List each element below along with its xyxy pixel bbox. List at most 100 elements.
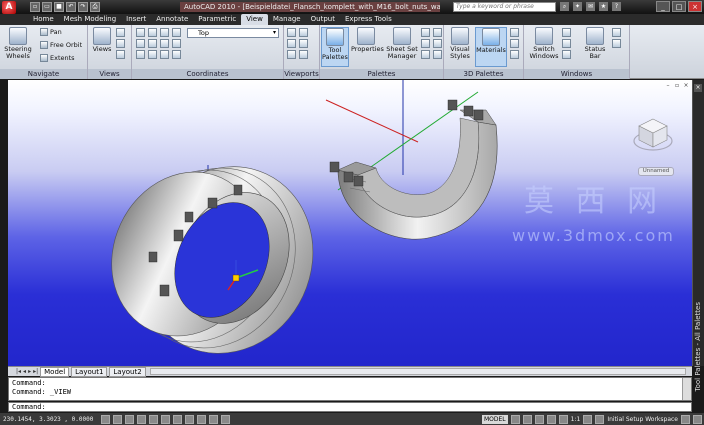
ucs-zaxis-icon[interactable]: [172, 39, 181, 48]
steering-wheels-button[interactable]: Steering Wheels: [3, 27, 33, 60]
snap-toggle[interactable]: [101, 414, 111, 424]
3dosnap-toggle[interactable]: [161, 414, 171, 424]
tab-express-tools[interactable]: Express Tools: [340, 14, 397, 25]
ortho-toggle[interactable]: [125, 414, 135, 424]
dyn-toggle[interactable]: [197, 414, 207, 424]
tool-palettes-close-icon[interactable]: ×: [694, 84, 702, 92]
first-tab-icon[interactable]: |◂: [16, 368, 21, 375]
ucs-icon[interactable]: [136, 28, 145, 37]
tab-model[interactable]: Model: [40, 366, 70, 377]
toolbars-icon[interactable]: [612, 28, 621, 37]
polar-toggle[interactable]: [137, 414, 147, 424]
viewport-join-icon[interactable]: [299, 28, 308, 37]
quick-calc-icon[interactable]: [421, 39, 430, 48]
external-ref-icon[interactable]: [433, 50, 442, 59]
status-bar-button[interactable]: Status Bar: [582, 27, 608, 60]
otrack-toggle[interactable]: [173, 414, 183, 424]
redo-icon[interactable]: ↷: [78, 2, 88, 12]
ucs-3point-icon[interactable]: [136, 50, 145, 59]
dbconnect-icon[interactable]: [433, 39, 442, 48]
ucs-origin-icon[interactable]: [160, 39, 169, 48]
tab-layout2[interactable]: Layout2: [109, 366, 146, 377]
close-button[interactable]: ×: [688, 1, 702, 12]
quick-view-drawings-icon[interactable]: [522, 414, 532, 424]
lights-icon[interactable]: [510, 28, 519, 37]
tool-palettes-button[interactable]: Tool Palettes: [321, 27, 349, 67]
last-tab-icon[interactable]: ▸|: [33, 368, 38, 375]
design-center-icon[interactable]: [421, 28, 430, 37]
print-icon[interactable]: ⎙: [90, 2, 100, 12]
camera-icon[interactable]: [116, 50, 125, 59]
lwt-toggle[interactable]: [209, 414, 219, 424]
communication-icon[interactable]: ✉: [586, 2, 595, 11]
tab-parametric[interactable]: Parametric: [193, 14, 241, 25]
subscription-icon[interactable]: ✦: [573, 2, 582, 11]
maximize-button[interactable]: □: [672, 1, 686, 12]
model-space-toggle[interactable]: MODEL: [482, 414, 508, 424]
free-orbit-button[interactable]: Free Orbit: [40, 41, 82, 49]
prev-tab-icon[interactable]: ◂: [23, 368, 26, 375]
osnap-toggle[interactable]: [149, 414, 159, 424]
command-input[interactable]: Command:: [8, 402, 692, 412]
viewcube[interactable]: [632, 113, 674, 155]
cascade-icon[interactable]: [562, 50, 571, 59]
workspace-switch[interactable]: Initial Setup Workspace: [607, 416, 678, 423]
annotation-scale[interactable]: 1:1: [571, 416, 581, 423]
ucs-menu[interactable]: Unnamed: [638, 167, 674, 176]
markup-icon[interactable]: [433, 28, 442, 37]
extents-button[interactable]: Extents: [40, 54, 75, 62]
tab-insert[interactable]: Insert: [121, 14, 151, 25]
ucs-object-icon[interactable]: [136, 39, 145, 48]
drawing-viewport[interactable]: – ▫ ×: [8, 80, 692, 366]
materials-button[interactable]: Materials: [475, 27, 507, 67]
pan-status-icon[interactable]: [534, 414, 544, 424]
named-view-icon[interactable]: [116, 28, 125, 37]
switch-windows-button[interactable]: Switch Windows: [529, 27, 559, 60]
lock-ui-icon[interactable]: [612, 39, 621, 48]
sun-icon[interactable]: [510, 50, 519, 59]
favorites-icon[interactable]: ★: [599, 2, 608, 11]
open-icon[interactable]: ▭: [42, 2, 52, 12]
ucs-z-icon[interactable]: [172, 50, 181, 59]
help-icon[interactable]: ?: [612, 2, 621, 11]
coordinate-readout[interactable]: 230.1454, 3.3023 , 0.0000: [3, 416, 93, 423]
lock-icon[interactable]: [681, 414, 690, 424]
next-tab-icon[interactable]: ▸: [28, 368, 31, 375]
application-menu-button[interactable]: A: [2, 0, 16, 14]
tab-manage[interactable]: Manage: [268, 14, 306, 25]
new-icon[interactable]: ▫: [30, 2, 40, 12]
zoom-status-icon[interactable]: [546, 414, 556, 424]
tab-mesh-modeling[interactable]: Mesh Modeling: [59, 14, 122, 25]
workspace-icon[interactable]: [595, 414, 605, 424]
ucs-x-icon[interactable]: [148, 50, 157, 59]
quick-view-layouts-icon[interactable]: [510, 414, 520, 424]
minimize-button[interactable]: _: [656, 1, 670, 12]
tab-view[interactable]: View: [241, 14, 268, 25]
ucs-view-icon[interactable]: [148, 39, 157, 48]
view-manager-icon[interactable]: [116, 39, 125, 48]
view-select[interactable]: Top: [187, 28, 279, 38]
sheet-set-manager-button[interactable]: Sheet Set Manager: [385, 27, 419, 60]
tab-annotate[interactable]: Annotate: [151, 14, 193, 25]
annotation-visibility-icon[interactable]: [583, 414, 593, 424]
command-line-icon[interactable]: [421, 50, 430, 59]
tile-vertical-icon[interactable]: [562, 39, 571, 48]
horizontal-scrollbar[interactable]: [150, 368, 686, 375]
grid-toggle[interactable]: [113, 414, 123, 424]
undo-icon[interactable]: ↶: [66, 2, 76, 12]
viewport-new-icon[interactable]: [287, 50, 296, 59]
viewport-polygon-icon[interactable]: [299, 50, 308, 59]
visual-styles-button[interactable]: Visual Styles: [447, 27, 473, 60]
viewport-config-icon[interactable]: [287, 28, 296, 37]
search-input[interactable]: Type a keyword or phrase: [453, 2, 556, 12]
tile-horizontal-icon[interactable]: [562, 28, 571, 37]
steering-wheel-status-icon[interactable]: [558, 414, 568, 424]
tab-home[interactable]: Home: [28, 14, 59, 25]
save-icon[interactable]: ■: [54, 2, 64, 12]
ucs-y-icon[interactable]: [160, 50, 169, 59]
qp-toggle[interactable]: [221, 414, 231, 424]
ucs-world-icon[interactable]: [148, 28, 157, 37]
ucs-face-icon[interactable]: [172, 28, 181, 37]
ducs-toggle[interactable]: [185, 414, 195, 424]
tab-layout1[interactable]: Layout1: [71, 366, 108, 377]
